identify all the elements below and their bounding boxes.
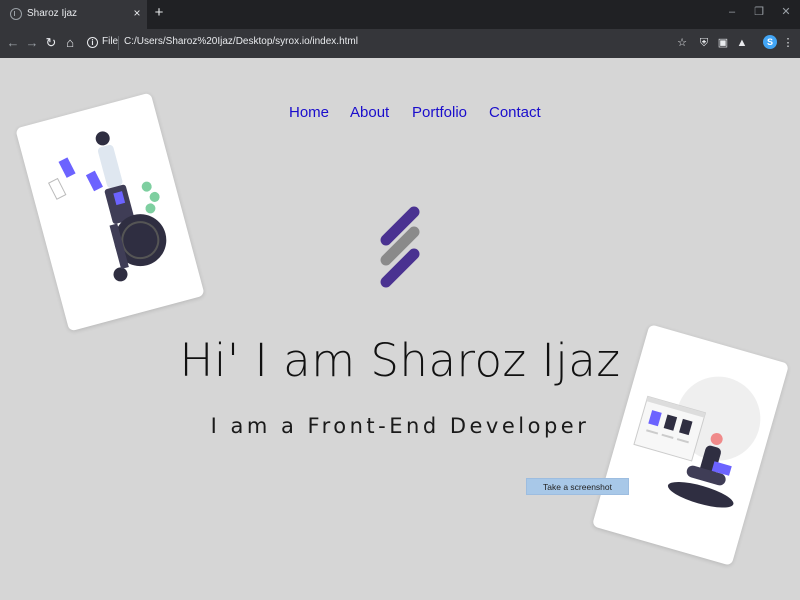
home-icon[interactable]: ⌂ — [62, 35, 78, 51]
nav-home-link[interactable]: Home — [289, 104, 329, 121]
address-bar[interactable]: C:/Users/Sharoz%20Ijaz/Desktop/syrox.io/… — [124, 36, 358, 47]
minimize-button[interactable]: – — [722, 4, 742, 20]
browser-tab[interactable]: Sharoz Ijaz × — [0, 0, 147, 29]
browser-titlebar: Sharoz Ijaz × + – ❐ ✕ — [0, 0, 800, 29]
logo[interactable] — [376, 202, 426, 294]
star-icon[interactable]: ☆ — [675, 36, 689, 50]
close-window-button[interactable]: ✕ — [776, 4, 796, 20]
camera-icon[interactable]: ▣ — [716, 36, 730, 50]
nav-about-link[interactable]: About — [350, 104, 389, 121]
restore-button[interactable]: ❐ — [749, 4, 769, 20]
nav-portfolio-link[interactable]: Portfolio — [412, 104, 467, 121]
nav-contact-link[interactable]: Contact — [489, 104, 541, 121]
tab-title: Sharoz Ijaz — [27, 8, 78, 19]
new-tab-button[interactable]: + — [151, 4, 167, 22]
tab-close-button[interactable]: × — [130, 6, 144, 20]
wheelchair-illustration-card — [15, 92, 205, 332]
take-screenshot-button[interactable]: Take a screenshot — [526, 478, 629, 495]
browser-toolbar: ← → ↻ ⌂ i File C:/Users/Sharoz%20Ijaz/De… — [0, 29, 800, 58]
extension-icon[interactable]: ▲ — [735, 36, 749, 50]
reload-icon[interactable]: ↻ — [43, 35, 59, 51]
back-icon[interactable]: ← — [5, 35, 21, 51]
info-icon[interactable]: i — [87, 37, 98, 48]
address-separator — [118, 36, 119, 50]
profile-avatar[interactable]: S — [763, 35, 777, 49]
address-scheme: File — [102, 36, 119, 47]
menu-icon[interactable]: ⋮ — [781, 36, 795, 50]
shield-icon[interactable]: ⛨ — [697, 36, 711, 50]
forward-icon[interactable]: → — [24, 35, 40, 51]
globe-icon — [10, 8, 22, 20]
wheelchair-illustration — [48, 131, 167, 282]
